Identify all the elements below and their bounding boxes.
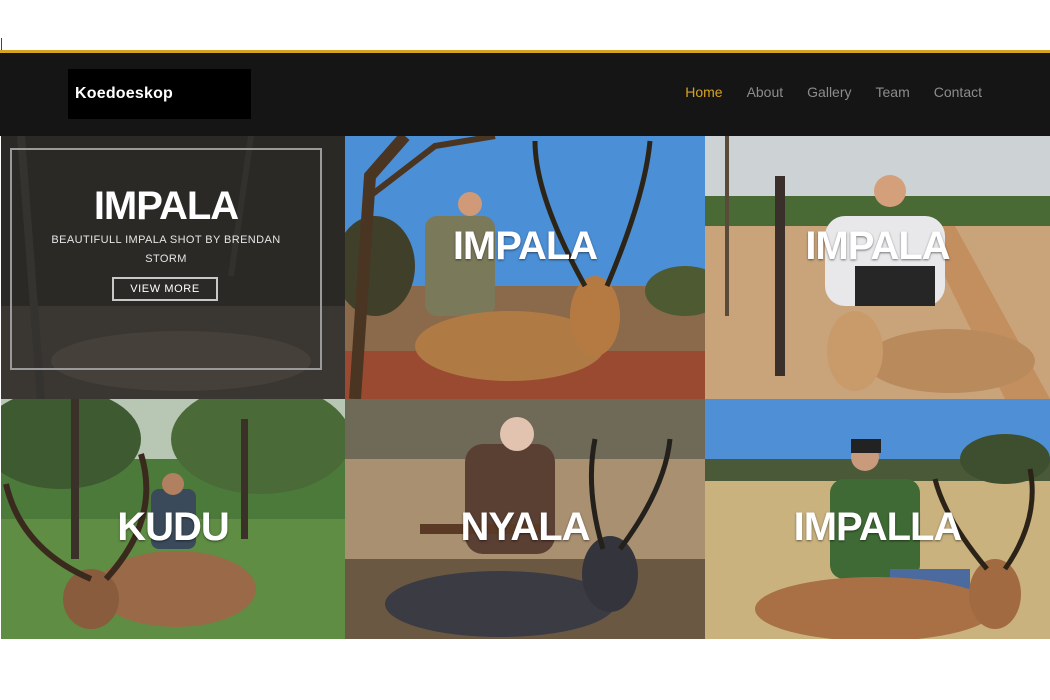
view-more-button[interactable]: VIEW MORE [112,277,218,301]
tile-label: IMPALLA [793,505,963,549]
nav-contact-link[interactable]: Contact [934,84,982,100]
tile-label: IMPALA [805,224,950,268]
nav-about-link[interactable]: About [747,84,784,100]
featured-trophy-card: IMPALA BEAUTIFULL IMPALA SHOT BY BRENDAN… [1,136,345,399]
nav-home-link[interactable]: Home [685,84,722,100]
trophy-gallery-grid: IMPALA BEAUTIFULL IMPALA SHOT BY BRENDAN… [1,136,1050,639]
feature-title: IMPALA [93,184,239,228]
gallery-tile-impala-1[interactable]: IMPALA [345,136,705,399]
nav-team-link[interactable]: Team [876,84,910,100]
nav-gallery-link[interactable]: Gallery [807,84,851,100]
gallery-tile-impalla[interactable]: IMPALLA [705,399,1050,639]
gallery-tile-impala-2[interactable]: IMPALA [705,136,1050,399]
main-nav: Home About Gallery Team Contact [685,84,982,100]
gallery-tile-kudu[interactable]: KUDU [1,399,345,639]
top-navigation-bar: Koedoeskop Home About Gallery Team Conta… [0,50,1050,136]
tile-label: IMPALA [452,224,598,268]
tile-label: KUDU [117,505,230,549]
tile-label: NYALA [460,505,590,549]
brand-logo[interactable]: Koedoeskop [68,69,251,119]
gallery-tile-nyala[interactable]: NYALA [345,399,705,639]
brand-name: Koedoeskop [75,85,174,102]
page: Koedoeskop Home About Gallery Team Conta… [0,0,1050,700]
feature-description: BEAUTIFULL IMPALA SHOT BY BRENDAN STORM [51,234,281,265]
